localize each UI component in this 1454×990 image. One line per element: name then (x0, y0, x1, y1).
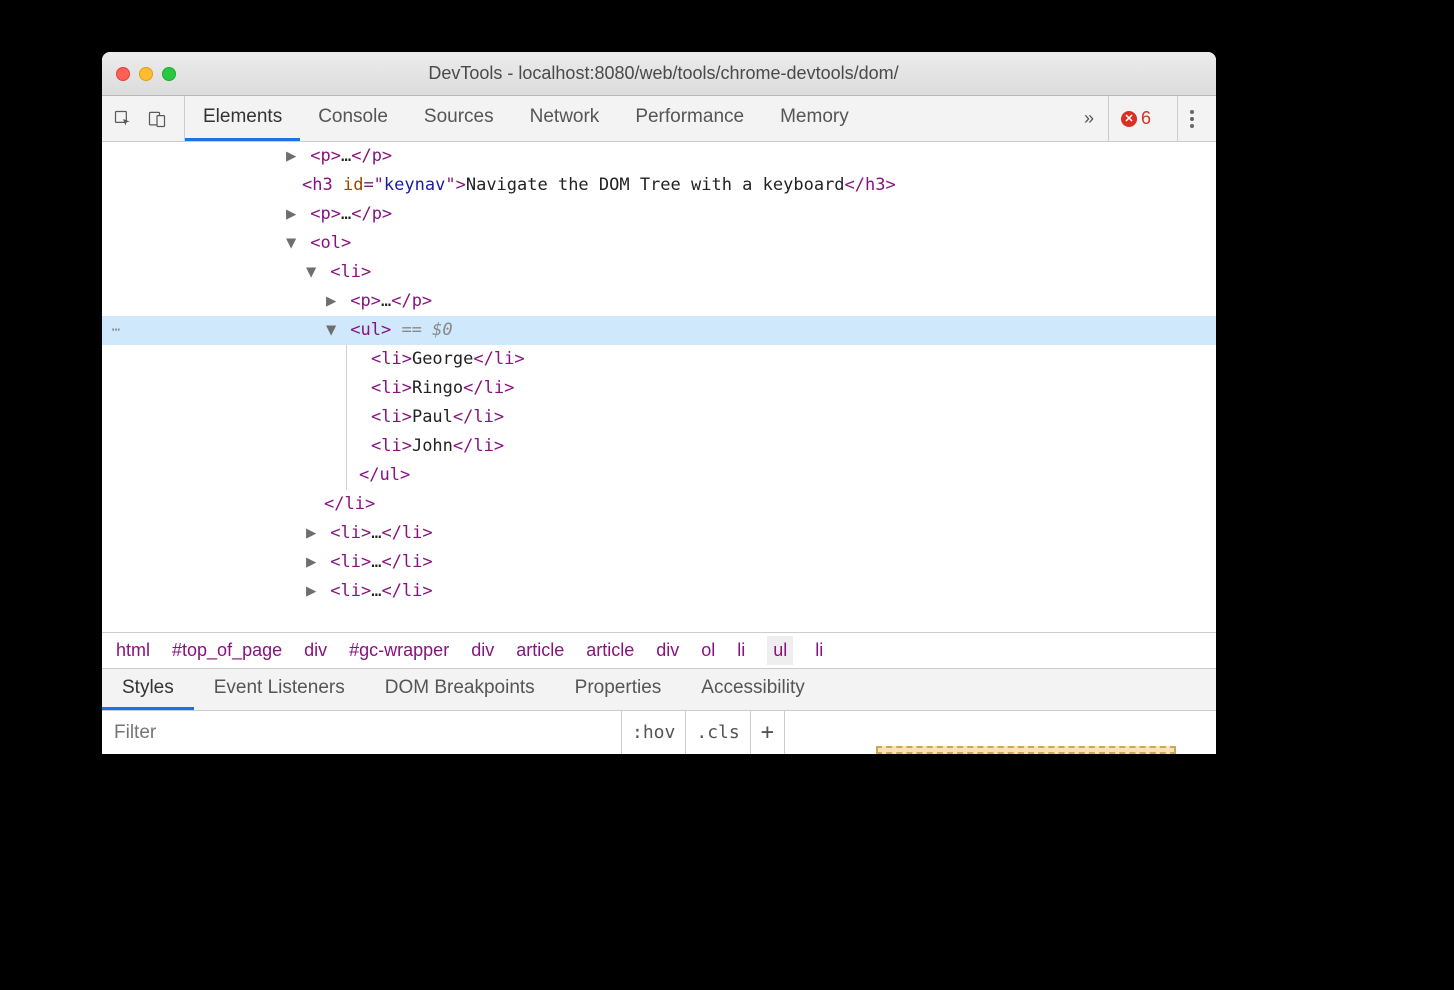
dom-node[interactable]: <li>Ringo</li> (102, 374, 1216, 403)
dom-node[interactable]: </li> (102, 490, 1216, 519)
titlebar: DevTools - localhost:8080/web/tools/chro… (102, 52, 1216, 96)
tab-elements[interactable]: Elements (185, 96, 300, 141)
more-tabs-icon[interactable]: » (1084, 108, 1094, 129)
crumb[interactable]: #top_of_page (172, 640, 282, 661)
crumb[interactable]: div (471, 640, 494, 661)
toolbar-icons (112, 96, 185, 141)
dom-node[interactable]: <li>John</li> (102, 432, 1216, 461)
styles-toolbar: :hov .cls + (102, 710, 1216, 754)
close-window-button[interactable] (116, 67, 130, 81)
tab-network[interactable]: Network (512, 96, 618, 141)
dom-node-selected[interactable]: ⋯▼ <ul> == $0 (102, 316, 1216, 345)
main-tabs: Elements Console Sources Network Perform… (185, 96, 867, 141)
styles-subtabs: Styles Event Listeners DOM Breakpoints P… (102, 668, 1216, 710)
inspect-element-icon[interactable] (112, 108, 134, 130)
dom-node[interactable]: ▶ <li>…</li> (102, 548, 1216, 577)
error-count: 6 (1141, 108, 1151, 129)
dom-node[interactable]: ▶ <li>…</li> (102, 519, 1216, 548)
crumb[interactable]: li (815, 640, 823, 661)
toolbar-right: » ✕ 6 (1084, 96, 1206, 141)
dom-node[interactable]: </ul> (102, 461, 1216, 490)
error-icon: ✕ (1121, 111, 1137, 127)
box-model-margin-preview (876, 746, 1176, 754)
crumb[interactable]: div (304, 640, 327, 661)
dom-node[interactable]: <li>George</li> (102, 345, 1216, 374)
crumb[interactable]: li (737, 640, 745, 661)
tab-console[interactable]: Console (300, 96, 406, 141)
devtools-window: DevTools - localhost:8080/web/tools/chro… (102, 52, 1216, 754)
dom-node[interactable]: <h3 id="keynav">Navigate the DOM Tree wi… (102, 171, 1216, 200)
crumb[interactable]: div (656, 640, 679, 661)
dom-node[interactable]: ▼ <li> (102, 258, 1216, 287)
subtab-properties[interactable]: Properties (555, 669, 682, 710)
minimize-window-button[interactable] (139, 67, 153, 81)
cls-button[interactable]: .cls (686, 711, 750, 754)
dom-node[interactable]: ▼ <ol> (102, 229, 1216, 258)
new-style-rule-button[interactable]: + (751, 711, 785, 754)
dom-node[interactable]: ▶ <li>…</li> (102, 577, 1216, 606)
crumb[interactable]: article (516, 640, 564, 661)
zoom-window-button[interactable] (162, 67, 176, 81)
crumb[interactable]: ol (701, 640, 715, 661)
dom-node[interactable]: ▶ <p>…</p> (102, 142, 1216, 171)
kebab-icon (1190, 110, 1194, 128)
hov-button[interactable]: :hov (622, 711, 686, 754)
window-title: DevTools - localhost:8080/web/tools/chro… (185, 63, 1202, 84)
error-badge[interactable]: ✕ 6 (1108, 96, 1163, 141)
dom-tree-panel[interactable]: ▶ <p>…</p> <h3 id="keynav">Navigate the … (102, 142, 1216, 632)
dom-node[interactable]: ▶ <p>…</p> (102, 200, 1216, 229)
device-toolbar-icon[interactable] (146, 108, 168, 130)
styles-filter-input[interactable] (102, 711, 622, 754)
settings-menu-button[interactable] (1177, 96, 1206, 141)
crumb[interactable]: #gc-wrapper (349, 640, 449, 661)
traffic-lights (116, 67, 176, 81)
tab-sources[interactable]: Sources (406, 96, 512, 141)
crumb[interactable]: article (586, 640, 634, 661)
crumb[interactable]: html (116, 640, 150, 661)
breadcrumb-bar: html #top_of_page div #gc-wrapper div ar… (102, 632, 1216, 668)
ellipsis-icon[interactable]: ⋯ (102, 316, 130, 345)
dom-node[interactable]: ▶ <p>…</p> (102, 287, 1216, 316)
crumb-selected[interactable]: ul (767, 636, 793, 665)
styles-buttons: :hov .cls + (622, 711, 785, 754)
tab-performance[interactable]: Performance (617, 96, 762, 141)
subtab-dom-breakpoints[interactable]: DOM Breakpoints (365, 669, 555, 710)
subtab-styles[interactable]: Styles (102, 669, 194, 710)
tab-memory[interactable]: Memory (762, 96, 867, 141)
main-toolbar: Elements Console Sources Network Perform… (102, 96, 1216, 142)
subtab-accessibility[interactable]: Accessibility (681, 669, 824, 710)
dom-node[interactable]: <li>Paul</li> (102, 403, 1216, 432)
subtab-event-listeners[interactable]: Event Listeners (194, 669, 365, 710)
dom-tree: ▶ <p>…</p> <h3 id="keynav">Navigate the … (102, 142, 1216, 606)
